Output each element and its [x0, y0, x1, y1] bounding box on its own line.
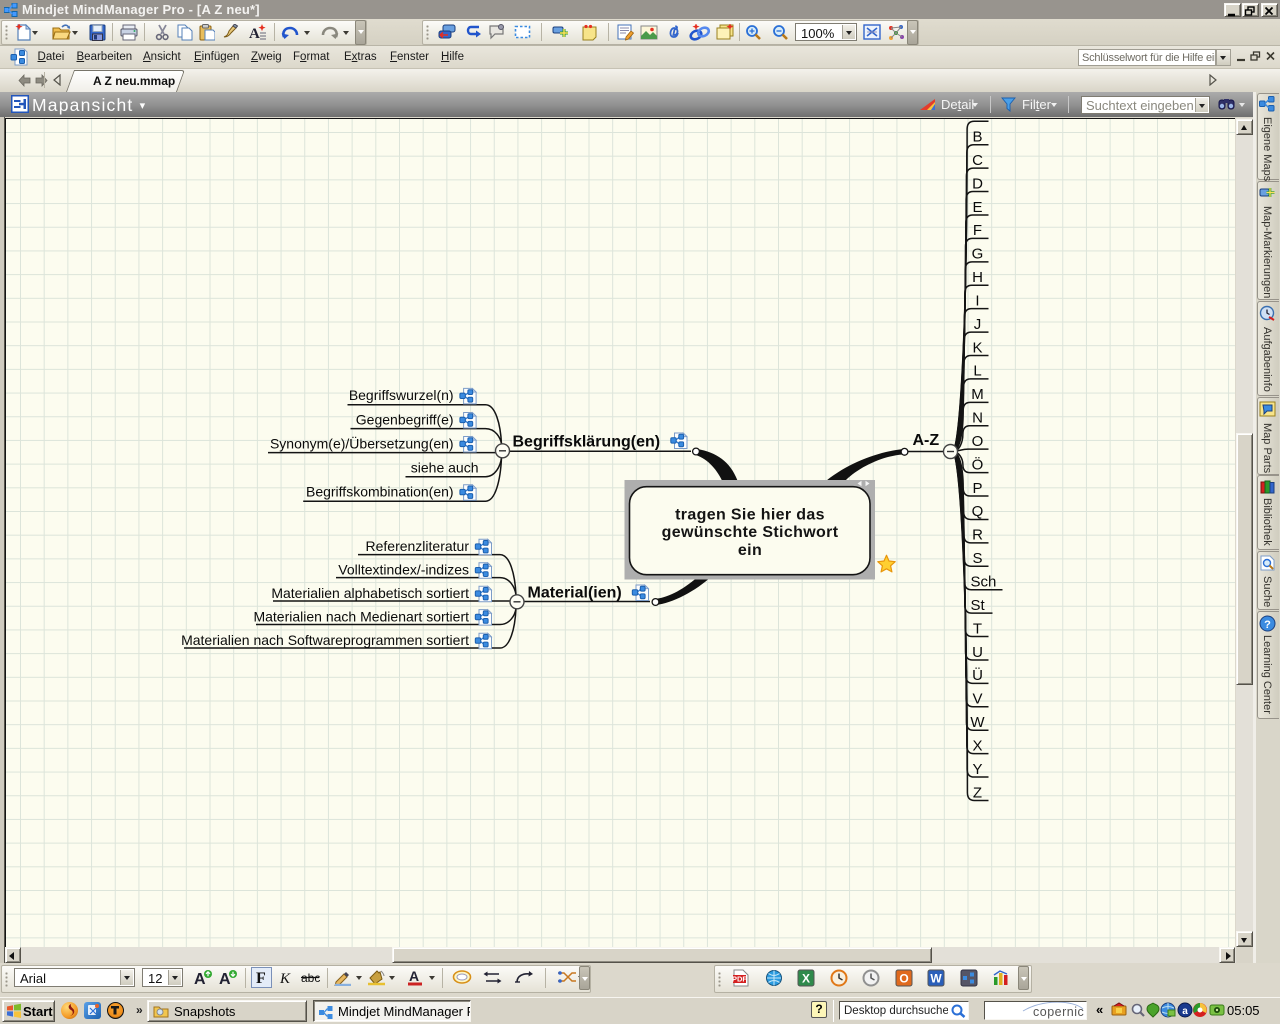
svg-text:W: W — [930, 972, 942, 986]
svg-text:K: K — [279, 971, 291, 986]
svg-text:O: O — [899, 972, 908, 986]
svg-text:X: X — [802, 972, 810, 986]
svg-text:A: A — [409, 969, 419, 984]
svg-text:?: ? — [1264, 619, 1271, 631]
svg-text:A: A — [249, 26, 260, 41]
svg-text:F: F — [256, 970, 266, 986]
svg-text:a: a — [1182, 1006, 1188, 1017]
svg-text:PDF: PDF — [732, 975, 747, 984]
